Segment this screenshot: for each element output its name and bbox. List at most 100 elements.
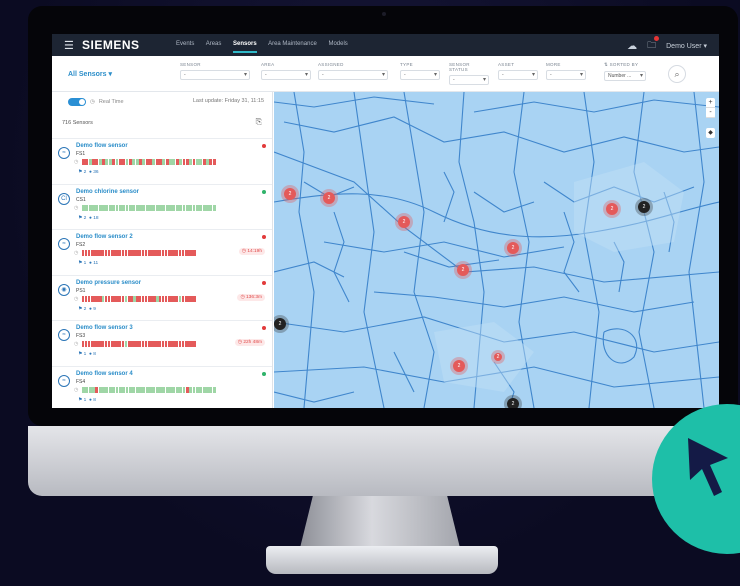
map-cluster-marker[interactable]: 2 [398, 216, 410, 228]
sensor-card[interactable]: ≈ Demo flow sensor 2 FS2 ◷ ◷ 14:19h ⚑ 1 ● 11 [52, 229, 272, 275]
timeline-segment [212, 386, 216, 393]
sensor-timeline-bar [82, 386, 216, 393]
nav-sensors[interactable]: Sensors [233, 41, 257, 53]
map-cluster-marker-dark[interactable]: 2 [638, 201, 650, 213]
nav-models[interactable]: Models [328, 41, 347, 47]
filter-assigned-select[interactable]: - [318, 70, 388, 80]
sensor-name[interactable]: Demo flow sensor 4 [76, 371, 133, 377]
stat-readings: 36 [93, 170, 99, 175]
alarm-duration-value: 136:3m [246, 294, 262, 300]
nav-area-maintenance[interactable]: Area Maintenance [268, 41, 317, 47]
alarm-duration: ◷ 14:19h [238, 248, 265, 255]
all-sensors-dropdown[interactable]: All Sensors ▾ [68, 70, 112, 78]
sort-select[interactable]: Number ... [604, 71, 646, 81]
cloud-icon[interactable]: ☁ [627, 41, 637, 52]
filter-asset-select[interactable]: - [498, 70, 538, 80]
map-cluster-marker[interactable]: 2 [284, 188, 296, 200]
stat-alerts: 1 [83, 397, 87, 403]
sensor-stats: ⚑ 2 ● 36 [78, 170, 99, 175]
last-update: Last update: Friday 31, 11:15 [192, 98, 264, 104]
zoom-out-button[interactable]: - [706, 108, 715, 118]
sensor-stats: ⚑ 1 ● 8 [78, 352, 96, 357]
sensor-code: FS2 [76, 242, 86, 248]
sensor-status-dot [262, 280, 266, 285]
sensor-stats: ⚑ 2 ● 9 [78, 306, 96, 312]
sensor-type-icon: ≈ [58, 147, 70, 159]
topbar-right: ☁ 🗀 Demo User ▾ [627, 36, 707, 54]
filter-label: TYPE [400, 62, 413, 67]
user-menu[interactable]: Demo User ▾ [666, 42, 707, 50]
zoom-control: + - [706, 98, 715, 118]
sensor-status-dot [262, 235, 266, 239]
sensor-card[interactable]: ◉ Demo pressure sensor PS1 ◷ ◷ 136:3m ⚑ 2 ● 9 [52, 274, 272, 321]
stat-readings: 9 [93, 306, 96, 312]
cursor-arrow-icon [688, 438, 728, 496]
export-icon[interactable]: ⎘ [256, 117, 262, 127]
filter-label: AREA [261, 62, 275, 67]
clock-icon: ◷ [74, 204, 79, 211]
sensor-map[interactable]: + - ◆ 2 2 2 2 2 2 2 2 2 2 2 [274, 92, 719, 408]
filter-status-select[interactable]: - [449, 75, 489, 85]
filter-more-select[interactable]: - [546, 70, 586, 80]
sensor-type-icon: ≈ [58, 238, 70, 250]
alarm-duration: ◷ 136:3m [237, 293, 265, 301]
sensor-stats: ⚑ 2 ● 18 [78, 215, 99, 221]
app-screen: ☰ SIEMENS Events Areas Sensors Area Main… [52, 34, 719, 408]
monitor-camera [382, 12, 386, 16]
timeline-segment [193, 295, 196, 302]
map-cluster-marker[interactable]: 2 [507, 242, 519, 254]
map-cluster-marker-dark[interactable]: 2 [274, 318, 286, 330]
sensor-name[interactable]: Demo flow sensor 3 [76, 325, 133, 331]
bell-icon[interactable]: 🗀 [647, 36, 660, 54]
sensor-stats: ⚑ 1 ● 11 [78, 261, 99, 266]
map-cluster-marker[interactable]: 2 [453, 360, 465, 372]
filter-label: SENSOR STATUS [449, 62, 470, 72]
nav-areas[interactable]: Areas [206, 41, 222, 47]
stat-readings: 18 [93, 215, 99, 221]
filter-label: ASSET [498, 62, 515, 67]
filter-type-select[interactable]: - [400, 70, 440, 80]
sensor-name[interactable]: Demo flow sensor [76, 143, 128, 149]
timeline-segment [212, 159, 216, 165]
alarm-duration-value: 14:19h [247, 249, 262, 254]
realtime-toggle[interactable] [68, 98, 86, 106]
timeline-segment [193, 341, 196, 347]
sensor-status-dot [262, 189, 266, 194]
layers-icon[interactable]: ◆ [706, 128, 715, 138]
sensor-list: ≈ Demo flow sensor FS1 ◷ ⚑ 2 ● 36 Cl Demo chlo… [52, 138, 272, 409]
top-navbar: ☰ SIEMENS Events Areas Sensors Area Main… [52, 34, 719, 56]
monitor-stand-base [266, 546, 498, 574]
filter-area-select[interactable]: - [261, 70, 311, 80]
sensor-type-icon: ≈ [58, 374, 70, 387]
user-name: Demo User [666, 43, 702, 50]
zoom-in-button[interactable]: + [706, 98, 715, 108]
filter-label: MORE [546, 62, 561, 67]
filter-bar: All Sensors ▾ SENSOR - AREA - ASSIGNED -… [52, 56, 719, 92]
map-cluster-marker[interactable]: 2 [457, 264, 469, 276]
nav-events[interactable]: Events [176, 41, 194, 47]
search-icon[interactable]: ⌕ [668, 65, 686, 83]
brand-logo: SIEMENS [82, 38, 140, 52]
sensor-card[interactable]: ≈ Demo flow sensor 4 FS4 ◷ ⚑ 1 ● 8 [52, 365, 272, 409]
map-cluster-marker-dark[interactable]: 2 [507, 398, 519, 408]
sensor-status-dot [262, 326, 266, 330]
map-cluster-marker[interactable]: 2 [606, 203, 618, 215]
hamburger-icon[interactable]: ☰ [64, 39, 74, 52]
stat-readings: 8 [93, 397, 96, 403]
map-cluster-marker[interactable]: 2 [494, 353, 502, 361]
sensor-card[interactable]: ≈ Demo flow sensor FS1 ◷ ⚑ 2 ● 36 [52, 138, 272, 184]
sensor-name[interactable]: Demo flow sensor 2 [76, 234, 133, 240]
filter-sensor-select[interactable]: - [180, 70, 250, 80]
sensor-name[interactable]: Demo pressure sensor [76, 280, 141, 286]
sensor-card[interactable]: ≈ Demo flow sensor 3 FS3 ◷ ◷ 22h 48m ⚑ 1 ● 8 [52, 320, 272, 366]
sensor-sidebar: ◷ Real Time Last update: Friday 31, 11:1… [52, 92, 273, 408]
sensor-card[interactable]: Cl Demo chlorine sensor CS1 ◷ ⚑ 2 ● 18 [52, 183, 272, 230]
filter-sorted-by: ⇅ SORTED BY Number ... [604, 62, 646, 81]
timeline-segment [212, 204, 216, 211]
stat-readings: 11 [93, 261, 99, 266]
map-cluster-marker[interactable]: 2 [323, 192, 335, 204]
timeline-segment [193, 250, 196, 256]
sensor-name[interactable]: Demo chlorine sensor [76, 189, 139, 195]
sensor-timeline-bar [82, 341, 196, 347]
marketing-stage: ☰ SIEMENS Events Areas Sensors Area Main… [0, 0, 740, 586]
